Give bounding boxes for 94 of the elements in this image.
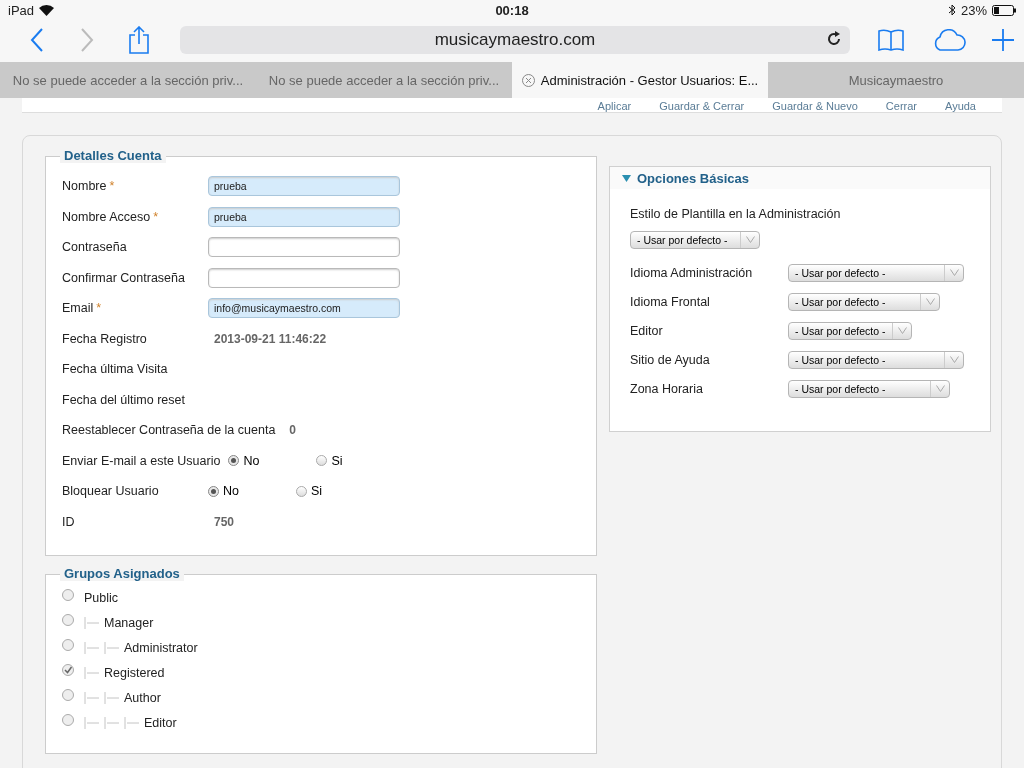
wifi-icon: [39, 4, 55, 16]
field-value: 0: [289, 423, 297, 438]
toolbar-link[interactable]: Cerrar: [885, 100, 917, 112]
forward-icon[interactable]: [80, 28, 94, 52]
field-label: Email: [62, 301, 94, 316]
radio-option[interactable]: No: [228, 453, 317, 468]
tree-connector: [84, 665, 100, 680]
field-value: 2013-09-21 11:46:22: [214, 331, 327, 346]
radio-option[interactable]: No: [208, 484, 296, 499]
select-dropdown[interactable]: - Usar por defecto -: [788, 263, 964, 282]
select-dropdown[interactable]: - Usar por defecto -: [788, 379, 950, 398]
reload-icon[interactable]: [826, 31, 842, 47]
select-dropdown[interactable]: - Usar por defecto -: [630, 230, 760, 249]
toolbar-link[interactable]: Ayuda: [945, 100, 976, 112]
group-label: Editor: [144, 715, 177, 730]
group-label: Registered: [104, 665, 165, 680]
input-field[interactable]: prueba: [208, 206, 400, 227]
radio-button[interactable]: [228, 455, 240, 467]
group-label: Manager: [104, 615, 154, 630]
browser-tab[interactable]: Administración - Gestor Usuarios: E...: [512, 62, 768, 98]
group-checkbox[interactable]: [62, 613, 74, 626]
caret-icon: [897, 327, 907, 334]
radio-button[interactable]: [208, 485, 219, 497]
field-label: Fecha del último reset: [62, 392, 185, 407]
group-label: Author: [124, 690, 161, 705]
toolbar-link[interactable]: Guardar & Nuevo: [772, 100, 858, 112]
browser-tab[interactable]: No se puede acceder a la sección priv...: [256, 62, 512, 98]
radio-button[interactable]: [316, 455, 328, 467]
caret-icon: [925, 298, 935, 305]
field-label: Fecha Registro: [62, 331, 147, 346]
required-mark: *: [153, 209, 159, 224]
tree-connector: [84, 690, 120, 705]
cloud-icon[interactable]: [932, 29, 966, 51]
group-label: Public: [84, 590, 119, 605]
field-value: 750: [214, 514, 235, 529]
share-icon[interactable]: [128, 26, 150, 54]
field-label: Bloquear Usuario: [62, 484, 159, 499]
radio-option[interactable]: Si: [316, 453, 405, 468]
caret-icon: [745, 236, 755, 243]
required-mark: *: [109, 179, 115, 194]
option-label: Idioma Administración: [630, 265, 753, 280]
caret-icon: [949, 356, 959, 363]
option-label: Zona Horaria: [630, 381, 703, 396]
clock: 00:18: [495, 2, 529, 18]
back-icon[interactable]: [30, 28, 44, 52]
device-name: iPad: [8, 2, 35, 18]
select-dropdown[interactable]: - Usar por defecto -: [788, 292, 940, 311]
browser-tab[interactable]: No se puede acceder a la sección priv...: [0, 62, 256, 98]
section-title: Grupos Asignados: [60, 566, 184, 581]
field-label: Reestablecer Contraseña de la cuenta: [62, 423, 276, 438]
battery-percent: 23%: [960, 2, 987, 18]
input-field[interactable]: [208, 237, 400, 258]
section-toggle[interactable]: Opciones Básicas: [610, 167, 990, 189]
address-bar[interactable]: musicaymaestro.com: [434, 30, 596, 50]
group-checkbox[interactable]: [62, 713, 74, 726]
new-tab-icon[interactable]: [992, 29, 1014, 51]
radio-button[interactable]: [296, 485, 307, 497]
section-title: Detalles Cuenta: [60, 148, 166, 163]
close-icon[interactable]: [521, 73, 535, 87]
triangle-icon: [622, 174, 631, 182]
caret-icon: [935, 385, 945, 392]
field-label: ID: [62, 514, 75, 529]
checked-checkbox[interactable]: [62, 663, 74, 676]
book-icon[interactable]: [878, 29, 904, 51]
toolbar-link[interactable]: Aplicar: [597, 100, 632, 112]
radio-option[interactable]: Si: [296, 484, 384, 499]
group-checkbox[interactable]: [62, 688, 74, 701]
field-label: Confirmar Contraseña: [62, 270, 185, 285]
select-dropdown[interactable]: - Usar por defecto -: [788, 350, 964, 369]
group-label: Administrator: [124, 640, 198, 655]
caret-icon: [949, 269, 959, 276]
input-field[interactable]: info@musicaymaestro.com: [208, 298, 400, 319]
field-label: Nombre Acceso: [62, 209, 151, 224]
option-label: Estilo de Plantilla en la Administración: [630, 207, 841, 221]
toolbar-link[interactable]: Guardar & Cerrar: [659, 100, 745, 112]
browser-tab[interactable]: Musicaymaestro: [768, 62, 1024, 98]
tree-connector: [84, 640, 120, 655]
group-checkbox[interactable]: [62, 638, 74, 651]
field-label: Enviar E-mail a este Usuario: [62, 453, 221, 468]
input-field[interactable]: prueba: [208, 176, 400, 197]
field-label: Fecha última Visita: [62, 362, 168, 377]
select-dropdown[interactable]: - Usar por defecto -: [788, 321, 912, 340]
battery-icon: [992, 4, 1016, 16]
group-checkbox[interactable]: [62, 588, 74, 601]
tree-connector: [84, 615, 100, 630]
option-label: Idioma Frontal: [630, 294, 710, 309]
input-field[interactable]: [208, 267, 400, 288]
required-mark: *: [96, 301, 102, 316]
field-label: Contraseña: [62, 240, 127, 255]
bluetooth-icon: [948, 4, 956, 16]
option-label: Sitio de Ayuda: [630, 352, 710, 367]
option-label: Editor: [630, 323, 663, 338]
tree-connector: [84, 715, 140, 730]
field-label: Nombre: [62, 179, 107, 194]
